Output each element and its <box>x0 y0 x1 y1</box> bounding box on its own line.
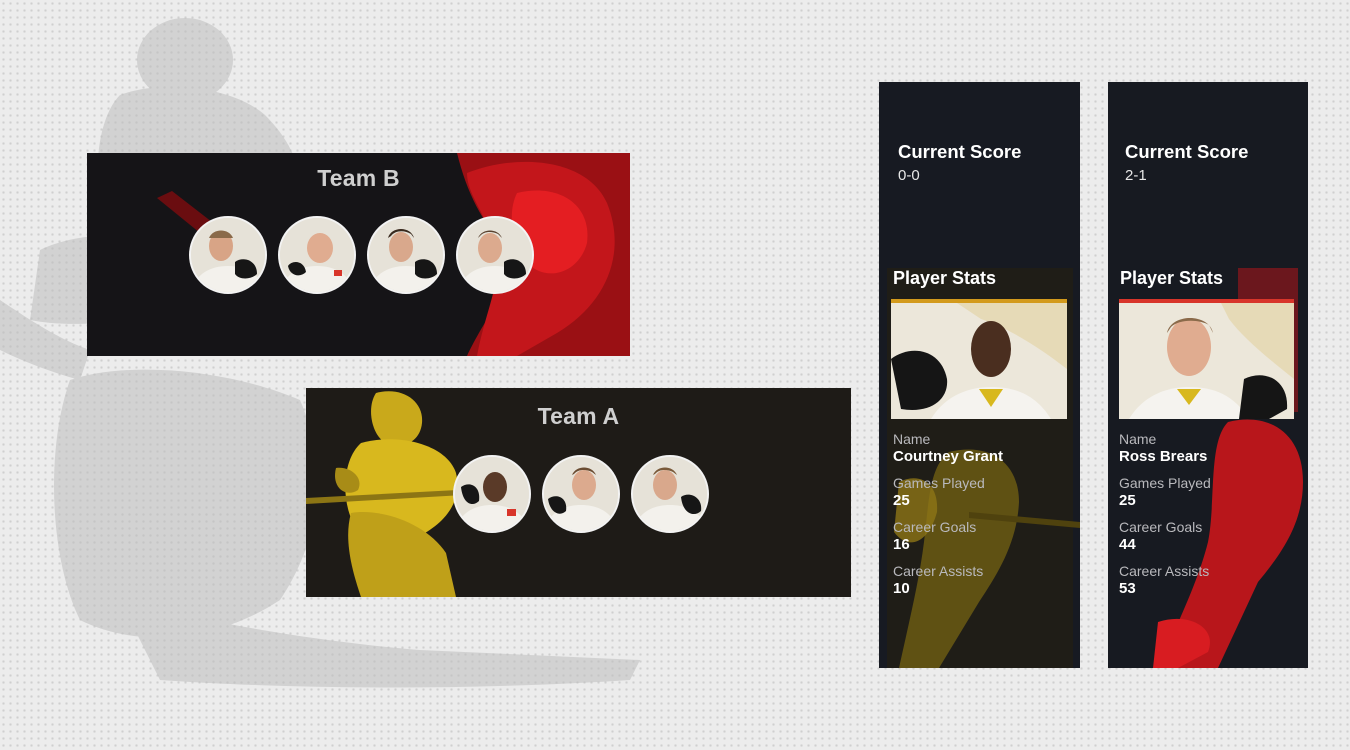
team-b-roster <box>189 216 534 294</box>
stat-name: Name Courtney Grant <box>893 431 1003 466</box>
player-photo <box>891 299 1067 419</box>
team-b-banner: Team B <box>87 153 630 356</box>
stat-label: Career Assists <box>893 563 984 579</box>
stats-title: Player Stats <box>1120 268 1224 288</box>
score-block: Current Score 0-0 <box>898 141 1021 184</box>
score-label: Current Score <box>898 141 1022 162</box>
player-avatar[interactable] <box>367 216 445 294</box>
player-avatar[interactable] <box>631 455 709 533</box>
stat-label: Name <box>893 431 931 447</box>
player-avatar-icon <box>544 457 618 531</box>
stat-career-assists: Career Assists 10 <box>893 563 1003 598</box>
stat-career-assists: Career Assists 53 <box>1119 563 1211 598</box>
player-avatar[interactable] <box>189 216 267 294</box>
score-value: 0-0 <box>898 167 920 184</box>
team-a-roster <box>453 455 709 533</box>
player-avatar-icon <box>455 457 529 531</box>
score-label: Current Score <box>1125 141 1249 162</box>
stat-value: 44 <box>1119 536 1136 553</box>
stat-label: Career Assists <box>1119 563 1210 579</box>
stat-label: Games Played <box>893 475 985 491</box>
player-photo-icon <box>1119 299 1294 419</box>
stat-list: Name Courtney Grant Games Played 25 Care… <box>893 431 1003 607</box>
stat-value: Courtney Grant <box>893 448 1004 465</box>
stat-value: 10 <box>893 580 910 597</box>
player-photo-icon <box>891 299 1067 419</box>
stat-label: Career Goals <box>1119 519 1203 535</box>
stat-value: 25 <box>1119 492 1136 509</box>
player-avatar-icon <box>633 457 707 531</box>
player-photo <box>1119 299 1294 419</box>
player-avatar[interactable] <box>456 216 534 294</box>
score-card-right: Current Score 2-1 Player Stats Name Ross… <box>1108 82 1308 668</box>
stats-title: Player Stats <box>893 268 997 288</box>
stat-label: Career Goals <box>893 519 977 535</box>
stat-games-played: Games Played 25 <box>893 475 1003 510</box>
stat-label: Name <box>1119 431 1157 447</box>
stat-value: 25 <box>893 492 910 509</box>
score-card-left: Current Score 0-0 Player Stats Name Cour… <box>879 82 1080 668</box>
stat-value: 16 <box>893 536 910 553</box>
stat-list: Name Ross Brears Games Played 25 Career … <box>1119 431 1211 607</box>
stat-label: Games Played <box>1119 475 1211 491</box>
player-avatar-icon <box>458 218 532 292</box>
stat-name: Name Ross Brears <box>1119 431 1211 466</box>
player-avatar-icon <box>369 218 443 292</box>
player-avatar[interactable] <box>278 216 356 294</box>
score-block: Current Score 2-1 <box>1125 141 1248 184</box>
stat-games-played: Games Played 25 <box>1119 475 1211 510</box>
player-avatar[interactable] <box>542 455 620 533</box>
stat-value: 53 <box>1119 580 1136 597</box>
stat-career-goals: Career Goals 44 <box>1119 519 1211 554</box>
score-value: 2-1 <box>1125 167 1147 184</box>
player-avatar-icon <box>191 218 265 292</box>
team-a-title: Team A <box>537 403 620 429</box>
stat-career-goals: Career Goals 16 <box>893 519 1003 554</box>
team-b-title: Team B <box>317 165 400 191</box>
player-avatar[interactable] <box>453 455 531 533</box>
team-a-banner: Team A <box>306 388 851 597</box>
stat-value: Ross Brears <box>1119 448 1208 465</box>
player-avatar-icon <box>280 218 354 292</box>
